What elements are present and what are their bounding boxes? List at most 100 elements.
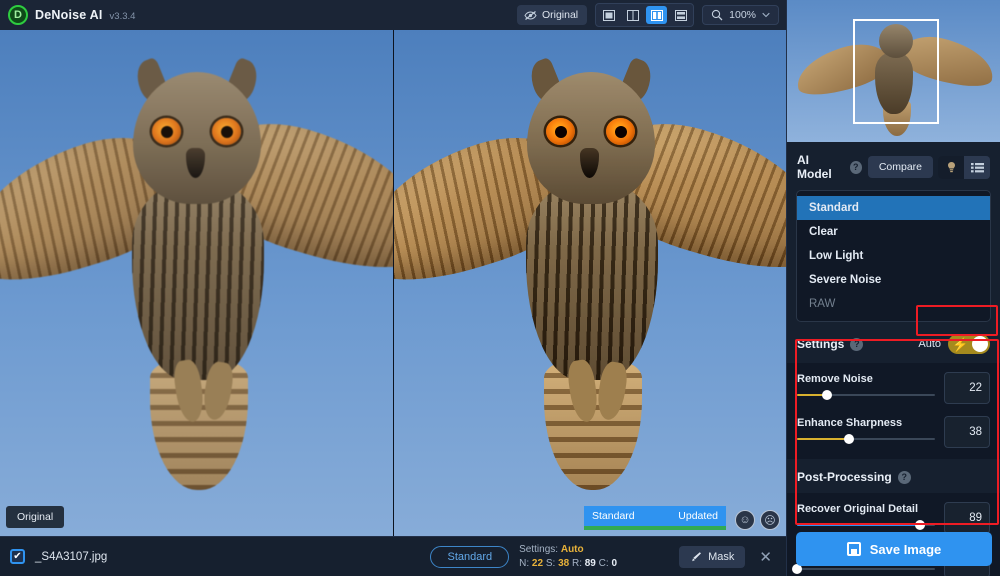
owl-eye-left bbox=[152, 118, 181, 145]
split-pane-icon bbox=[626, 9, 639, 21]
view-mode-comparison[interactable] bbox=[670, 6, 691, 24]
slider-track[interactable] bbox=[792, 564, 935, 574]
slider-remove-noise: Remove Noise 22 bbox=[797, 372, 990, 404]
owl-head bbox=[133, 72, 261, 204]
navigator-preview[interactable] bbox=[787, 0, 1000, 142]
slider-label: Remove Noise bbox=[797, 373, 873, 385]
readout-value-c: 0 bbox=[611, 557, 617, 569]
original-pane-badge: Original bbox=[6, 506, 65, 528]
status-progress-bar bbox=[584, 526, 726, 530]
owl-head bbox=[527, 72, 655, 204]
readout-key-c: C: bbox=[598, 557, 609, 569]
toggle-original-button[interactable]: Original bbox=[516, 5, 588, 25]
logo-letter: D bbox=[14, 9, 22, 21]
owl-photo-processed bbox=[394, 30, 786, 536]
slider-enhance-sharpness: Enhance Sharpness 38 bbox=[797, 416, 990, 448]
auto-toggle-switch[interactable]: ⚡ bbox=[948, 334, 990, 354]
view-mode-split[interactable] bbox=[622, 6, 643, 24]
post-processing-title: Post-Processing bbox=[797, 470, 892, 484]
processed-image-pane[interactable] bbox=[394, 30, 786, 536]
navigator-viewport-rect[interactable] bbox=[853, 19, 939, 124]
single-pane-icon bbox=[602, 9, 615, 21]
slider-recover-original-detail: Recover Original Detail 89 bbox=[797, 502, 990, 534]
image-filename: _S4A3107.jpg bbox=[35, 550, 108, 563]
readout-key-n: N: bbox=[519, 557, 530, 569]
zoom-level-label: 100% bbox=[729, 9, 756, 21]
view-mode-side-by-side[interactable] bbox=[646, 6, 668, 24]
settings-readout-mode: Auto bbox=[560, 543, 584, 555]
model-item-clear[interactable]: Clear bbox=[797, 220, 990, 244]
view-mode-single[interactable] bbox=[598, 6, 619, 24]
help-icon[interactable]: ? bbox=[849, 160, 862, 174]
model-item-standard[interactable]: Standard bbox=[797, 196, 990, 220]
floppy-disk-icon bbox=[846, 542, 861, 556]
close-icon[interactable]: ✕ bbox=[755, 548, 776, 566]
original-image-pane[interactable]: Original bbox=[0, 30, 393, 536]
slider-value[interactable]: 38 bbox=[944, 416, 990, 448]
readout-value-n: 22 bbox=[531, 557, 544, 569]
status-state-label: Updated bbox=[678, 510, 718, 522]
ai-model-list: Standard Clear Low Light Severe Noise RA… bbox=[796, 190, 991, 322]
app-title: DeNoise AI bbox=[35, 8, 103, 22]
slider-track[interactable] bbox=[797, 434, 935, 444]
owl-eye-right bbox=[606, 118, 635, 145]
toggle-knob bbox=[972, 336, 988, 352]
lightning-bolt-icon: ⚡ bbox=[952, 336, 969, 352]
lightbulb-icon[interactable] bbox=[938, 155, 964, 179]
help-icon[interactable]: ? bbox=[897, 470, 911, 484]
settings-title: Settings bbox=[797, 337, 845, 351]
eye-off-icon bbox=[524, 10, 537, 20]
slider-track[interactable] bbox=[797, 520, 935, 530]
auto-toggle-label: Auto bbox=[918, 338, 941, 350]
side-by-side-icon bbox=[650, 9, 663, 21]
app-version: v3.3.4 bbox=[109, 11, 136, 22]
toggle-original-label: Original bbox=[541, 9, 579, 21]
settings-sliders: Remove Noise 22 Enhance Sharpness 38 bbox=[787, 363, 1000, 459]
applied-model-pill[interactable]: Standard bbox=[430, 545, 510, 568]
save-image-label: Save Image bbox=[869, 541, 942, 557]
slider-value[interactable]: 89 bbox=[944, 502, 990, 534]
mask-button[interactable]: Mask bbox=[679, 545, 746, 568]
ai-model-header: AI Model ? Compare bbox=[787, 142, 1000, 190]
feedback-buttons: ☺ ☹ bbox=[735, 510, 780, 530]
auto-toggle-group: Auto ⚡ bbox=[918, 334, 990, 354]
settings-readout: Settings: Auto N: 22 S: 38 R: 89 C: 0 bbox=[519, 543, 669, 571]
compare-button[interactable]: Compare bbox=[867, 156, 933, 178]
zoom-control[interactable]: 100% bbox=[702, 5, 779, 25]
lightbulb-glyph bbox=[947, 161, 955, 172]
bottom-filmstrip-bar: ✔ _S4A3107.jpg Standard Settings: Auto N… bbox=[0, 536, 786, 576]
readout-value-r: 89 bbox=[584, 557, 596, 569]
settings-header: Settings ? Auto ⚡ bbox=[787, 322, 1000, 363]
model-view-toggle-group bbox=[938, 155, 990, 179]
owl-eye-right bbox=[212, 118, 241, 145]
owl-eye-left bbox=[546, 118, 575, 145]
mask-button-label: Mask bbox=[708, 550, 735, 563]
owl-photo-original bbox=[0, 30, 393, 536]
owl-body bbox=[526, 180, 658, 380]
settings-readout-label: Settings: bbox=[519, 543, 559, 555]
pane-divider[interactable] bbox=[393, 30, 394, 536]
app-brand: D DeNoise AI v3.3.4 bbox=[0, 5, 135, 25]
frowny-face-icon[interactable]: ☹ bbox=[760, 510, 780, 530]
slider-label: Recover Original Detail bbox=[797, 503, 919, 515]
slider-value[interactable]: 22 bbox=[944, 372, 990, 404]
denoise-ai-window: D DeNoise AI v3.3.4 Original 100% Origin… bbox=[0, 0, 1000, 576]
save-image-button[interactable]: Save Image bbox=[796, 532, 992, 566]
magnifier-icon bbox=[711, 9, 723, 21]
image-select-checkbox[interactable]: ✔ bbox=[10, 549, 25, 564]
processed-status-overlay: Standard Updated bbox=[584, 506, 726, 530]
owl-body bbox=[132, 180, 264, 380]
post-processing-header: Post-Processing ? bbox=[787, 459, 1000, 493]
model-item-low-light[interactable]: Low Light bbox=[797, 244, 990, 268]
model-item-raw: RAW bbox=[809, 298, 836, 310]
list-view-icon[interactable] bbox=[964, 155, 990, 179]
readout-key-r: R: bbox=[571, 557, 582, 569]
model-item-severe-noise[interactable]: Severe Noise bbox=[797, 268, 990, 292]
slider-track[interactable] bbox=[797, 390, 935, 400]
right-side-panel: AI Model ? Compare Standard Clear Low Li… bbox=[786, 0, 1000, 576]
comparison-grid-icon bbox=[674, 9, 687, 21]
readout-key-s: S: bbox=[545, 557, 556, 569]
help-icon[interactable]: ? bbox=[850, 337, 864, 351]
image-comparison-canvas[interactable]: Original Standard Updated ☺ ☹ bbox=[0, 30, 786, 536]
smiley-face-icon[interactable]: ☺ bbox=[735, 510, 755, 530]
